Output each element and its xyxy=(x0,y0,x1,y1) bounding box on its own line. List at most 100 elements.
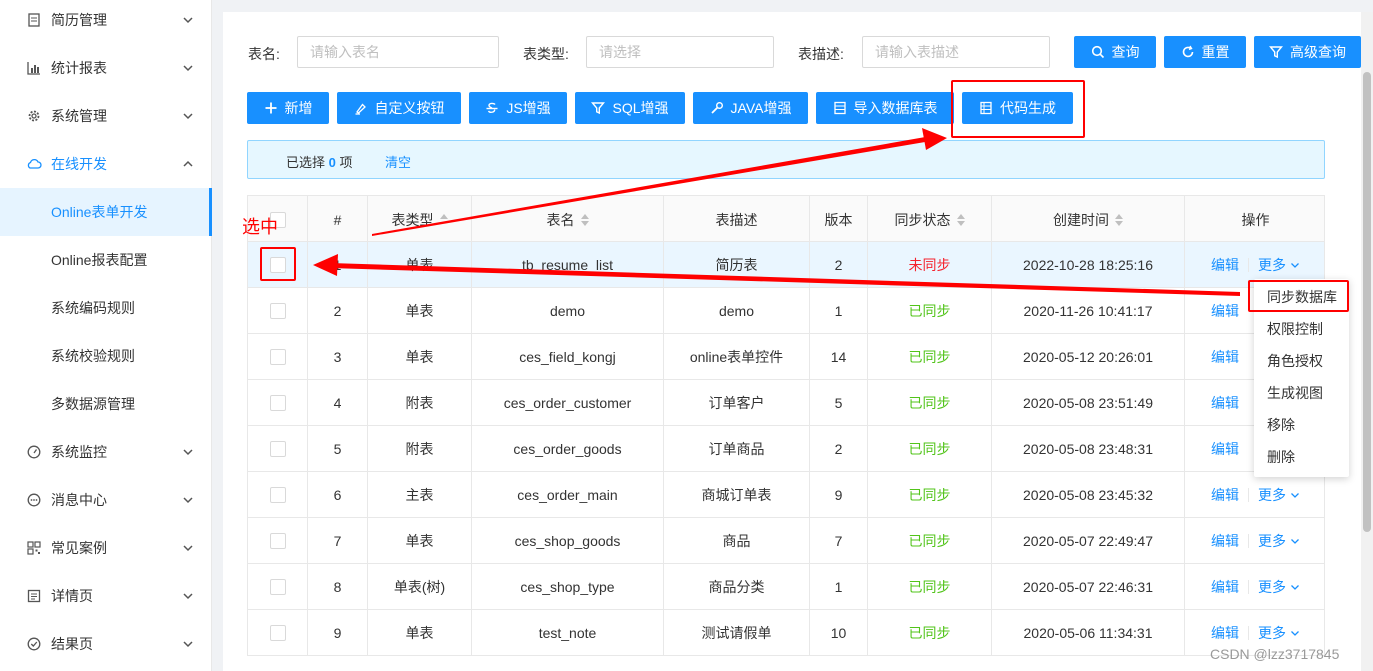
column-header-name[interactable]: 表名 xyxy=(472,196,664,243)
advanced-query-button[interactable]: 高级查询 xyxy=(1254,36,1361,68)
edit-link[interactable]: 编辑 xyxy=(1211,255,1239,275)
query-button[interactable]: 查询 xyxy=(1074,36,1156,68)
sidebar-item-label: 多数据源管理 xyxy=(51,396,135,412)
row-checkbox[interactable] xyxy=(269,487,286,503)
chevron-down-icon xyxy=(1291,539,1299,544)
edit-link[interactable]: 编辑 xyxy=(1211,623,1239,643)
selected-count: 0 xyxy=(328,155,336,170)
more-dropdown-trigger[interactable]: 更多 xyxy=(1258,485,1300,505)
table-desc-input[interactable]: 请输入表描述 xyxy=(862,36,1050,68)
sidebar-item-validation-rules[interactable]: 系统校验规则 xyxy=(0,332,212,380)
row-checkbox[interactable] xyxy=(269,395,286,411)
resume-icon xyxy=(26,12,42,28)
table-row[interactable]: 6 主表 ces_order_main 商城订单表 9 已同步 2020-05-08 23:… xyxy=(247,472,1325,518)
sidebar-item-system[interactable]: 系统管理 xyxy=(0,92,212,140)
menu-item-delete[interactable]: 删除 xyxy=(1254,441,1349,473)
row-select-cell xyxy=(248,610,308,656)
sidebar-item-cases[interactable]: 常见案例 xyxy=(0,524,212,572)
edit-link[interactable]: 编辑 xyxy=(1211,393,1239,413)
js-enhance-label: JS增强 xyxy=(506,100,551,116)
row-select-cell xyxy=(248,426,308,472)
menu-item-generate-view[interactable]: 生成视图 xyxy=(1254,377,1349,409)
sidebar-item-code-rules[interactable]: 系统编码规则 xyxy=(0,284,212,332)
sort-icon xyxy=(956,213,965,226)
table-row[interactable]: 4 附表 ces_order_customer 订单客户 5 已同步 2020-05-08 … xyxy=(247,380,1325,426)
table-row[interactable]: 7 单表 ces_shop_goods 商品 7 已同步 2020-05-07 22:49:… xyxy=(247,518,1325,564)
sidebar-item-messages[interactable]: 消息中心 xyxy=(0,476,212,524)
selection-info: 已选择 0 项 xyxy=(286,152,353,171)
edit-link[interactable]: 编辑 xyxy=(1211,439,1239,459)
edit-link[interactable]: 编辑 xyxy=(1211,531,1239,551)
custom-button-button[interactable]: 自定义按钮 xyxy=(337,92,461,124)
sidebar-item-resume[interactable]: 简历管理 xyxy=(0,0,212,44)
cell-status: 未同步 xyxy=(868,242,992,288)
add-button[interactable]: 新增 xyxy=(247,92,329,124)
row-checkbox[interactable] xyxy=(269,533,286,549)
row-checkbox[interactable] xyxy=(269,579,286,595)
more-label: 更多 xyxy=(1258,625,1286,641)
sort-icon xyxy=(580,213,589,226)
check-circle-icon xyxy=(26,636,42,652)
row-checkbox[interactable] xyxy=(269,349,286,365)
edit-link[interactable]: 编辑 xyxy=(1211,301,1239,321)
cell-created: 2020-05-08 23:51:49 xyxy=(992,380,1185,426)
menu-item-remove[interactable]: 移除 xyxy=(1254,409,1349,441)
edit-link[interactable]: 编辑 xyxy=(1211,485,1239,505)
sidebar-item-label: 系统监控 xyxy=(51,444,107,460)
sidebar-item-label: 在线开发 xyxy=(51,156,107,172)
sidebar-item-online-form[interactable]: Online表单开发 xyxy=(0,188,212,236)
table-type-select[interactable]: 请选择 xyxy=(586,36,774,68)
table-row[interactable]: 8 单表(树) ces_shop_type 商品分类 1 已同步 2020-05-07 22… xyxy=(247,564,1325,610)
column-header-created[interactable]: 创建时间 xyxy=(992,196,1185,243)
cell-desc: 简历表 xyxy=(664,242,810,288)
column-header-sync-status[interactable]: 同步状态 xyxy=(868,196,992,243)
reset-button-label: 重置 xyxy=(1201,44,1230,60)
table-row[interactable]: 3 单表 ces_field_kongj online表单控件 14 已同步 2020-05… xyxy=(247,334,1325,380)
more-dropdown-trigger[interactable]: 更多 xyxy=(1258,531,1300,551)
clear-selection-link[interactable]: 清空 xyxy=(385,152,411,171)
cell-status: 已同步 xyxy=(868,380,992,426)
reset-button[interactable]: 重置 xyxy=(1164,36,1246,68)
scrollbar-thumb[interactable] xyxy=(1363,72,1371,532)
cell-name: ces_shop_goods xyxy=(472,518,664,564)
menu-item-permission[interactable]: 权限控制 xyxy=(1254,313,1349,345)
menu-item-role-auth[interactable]: 角色授权 xyxy=(1254,345,1349,377)
sidebar-item-online-report[interactable]: Online报表配置 xyxy=(0,236,212,284)
action-divider xyxy=(1248,258,1249,272)
import-db-table-button[interactable]: 导入数据库表 xyxy=(816,92,954,124)
row-checkbox[interactable] xyxy=(269,625,286,641)
vertical-scrollbar[interactable] xyxy=(1361,12,1373,671)
row-checkbox[interactable] xyxy=(269,441,286,457)
cell-desc: 商城订单表 xyxy=(664,472,810,518)
sidebar-item-label: 统计报表 xyxy=(51,60,107,76)
sql-enhance-button[interactable]: SQL增强 xyxy=(575,92,685,124)
row-checkbox[interactable] xyxy=(269,303,286,319)
cell-version: 2 xyxy=(810,242,868,288)
cell-no: 7 xyxy=(308,518,368,564)
sidebar-item-monitor[interactable]: 系统监控 xyxy=(0,428,212,476)
more-dropdown-trigger[interactable]: 更多 xyxy=(1258,623,1300,643)
sidebar-item-datasource[interactable]: 多数据源管理 xyxy=(0,380,212,428)
edit-link[interactable]: 编辑 xyxy=(1211,577,1239,597)
sidebar-item-reports[interactable]: 统计报表 xyxy=(0,44,212,92)
table-name-input[interactable]: 请输入表名 xyxy=(297,36,499,68)
table-row[interactable]: 9 单表 test_note 测试请假单 10 已同步 2020-05-06 11:34:3… xyxy=(247,610,1325,656)
cell-type: 单表 xyxy=(368,518,472,564)
edit-link[interactable]: 编辑 xyxy=(1211,347,1239,367)
sidebar-item-label: 详情页 xyxy=(51,588,93,604)
chevron-down-icon xyxy=(1291,493,1299,498)
table-row[interactable]: 5 附表 ces_order_goods 订单商品 2 已同步 2020-05-08 23:… xyxy=(247,426,1325,472)
more-dropdown-trigger[interactable]: 更多 xyxy=(1258,577,1300,597)
chevron-up-icon xyxy=(183,160,193,167)
bar-chart-icon xyxy=(26,60,42,76)
sidebar-item-online-dev[interactable]: 在线开发 xyxy=(0,140,212,188)
sidebar-item-detail[interactable]: 详情页 xyxy=(0,572,212,620)
more-dropdown-trigger[interactable]: 更多 xyxy=(1258,255,1300,275)
sidebar-item-result[interactable]: 结果页 xyxy=(0,620,212,668)
table-row[interactable]: 2 单表 demo demo 1 已同步 2020-11-26 10:41:17 编辑 xyxy=(247,288,1325,334)
cell-status: 已同步 xyxy=(868,426,992,472)
column-header-type[interactable]: 表类型 xyxy=(368,196,472,243)
js-enhance-button[interactable]: JS增强 xyxy=(469,92,567,124)
java-enhance-button[interactable]: JAVA增强 xyxy=(693,92,808,124)
table-row[interactable]: 1 单表 tb_resume_list 简历表 2 未同步 2022-10-28 18:25… xyxy=(247,242,1325,288)
